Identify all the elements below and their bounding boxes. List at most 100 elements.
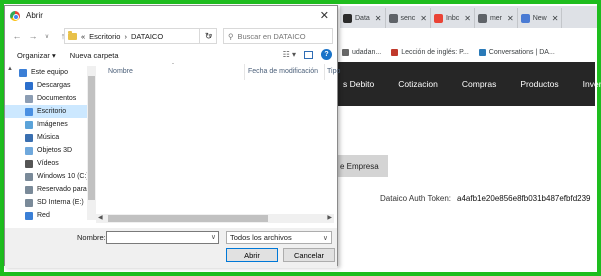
site-nav-link[interactable]: s Debito: [343, 79, 374, 89]
globe-icon: [388, 13, 398, 23]
sidebar-item-label: Objetos 3D: [37, 147, 73, 154]
search-box[interactable]: ⚲: [223, 28, 333, 44]
forward-arrow-icon[interactable]: →: [27, 31, 39, 41]
file-list[interactable]: [96, 80, 339, 212]
refresh-icon[interactable]: ↻: [199, 28, 217, 44]
sidebar-item-label: Windows 10 (C:): [37, 173, 87, 180]
file-type-chevron-icon: ∨: [322, 234, 328, 242]
navigation-pane-scrollbar[interactable]: [87, 66, 96, 220]
computer-icon: [19, 68, 27, 77]
scroll-right-arrow-icon[interactable]: ▶: [327, 214, 332, 221]
videos-icon: [25, 159, 33, 168]
back-arrow-icon[interactable]: ←: [11, 31, 23, 41]
path-breadcrumb[interactable]: « Escritorio › DATAICO ∨: [64, 28, 217, 44]
close-tab-icon[interactable]: ✕: [552, 14, 559, 23]
browser-tab-label: mer: [489, 14, 502, 22]
sidebar-item-label: Imágenes: [37, 121, 68, 128]
empresa-button[interactable]: e Empresa: [337, 155, 388, 177]
site-nav-link[interactable]: Inventario: [583, 79, 601, 89]
browser-tab[interactable]: mer ✕: [475, 8, 518, 28]
sidebar-item[interactable]: Red: [5, 209, 87, 220]
pictures-icon: [25, 120, 33, 129]
path-item-escritorio[interactable]: Escritorio: [89, 32, 120, 41]
organize-menu[interactable]: Organizar ▾: [17, 51, 56, 60]
sidebar-item[interactable]: Descargas: [5, 79, 87, 92]
sidebar-item[interactable]: Música: [5, 131, 87, 144]
recent-locations-chevron-icon[interactable]: ∨: [41, 33, 53, 40]
column-separator[interactable]: [324, 64, 325, 80]
site-nav-link[interactable]: Productos: [520, 79, 558, 89]
preview-pane-icon[interactable]: [304, 50, 313, 59]
close-tab-icon[interactable]: ✕: [375, 14, 382, 23]
search-input[interactable]: [237, 31, 324, 41]
site-nav-link[interactable]: Compras: [462, 79, 496, 89]
drive-icon: [25, 198, 33, 207]
sidebar-item[interactable]: Escritorio: [5, 105, 87, 118]
browser-address-bar[interactable]: [340, 28, 597, 44]
file-list-horizontal-scrollbar[interactable]: ◀ ▶: [96, 214, 334, 223]
music-icon: [25, 133, 33, 142]
column-separator[interactable]: [244, 64, 245, 80]
file-type-select[interactable]: Todos los archivos ∨: [226, 231, 332, 244]
bookmark-favicon-icon: [391, 48, 399, 56]
browser-tab[interactable]: senc ✕: [386, 8, 431, 28]
bookmark-item[interactable]: Conversations | DA...: [478, 48, 555, 56]
close-tab-icon[interactable]: ✕: [507, 14, 514, 23]
browser-tab-strip: Data ✕ senc ✕ Inbc ✕ mer ✕ New ✕: [340, 6, 597, 28]
browser-tab-label: New: [532, 14, 547, 22]
browser-tab-label: senc: [400, 14, 416, 22]
sidebar-item[interactable]: Windows 10 (C:): [5, 170, 87, 183]
site-navigation: s Debito Cotizacion Compras Productos Invent…: [337, 62, 601, 106]
dialog-titlebar: Abrir ✕: [5, 6, 337, 25]
column-name[interactable]: Nombre: [108, 68, 133, 75]
sidebar-item-label: Música: [37, 134, 60, 141]
browser-tab[interactable]: New ✕: [518, 8, 563, 28]
sidebar-item[interactable]: SD Interna (E:): [5, 196, 87, 209]
path-separator-icon: ›: [124, 31, 127, 41]
browser-tab[interactable]: Inbc ✕: [431, 8, 475, 28]
drive-icon: [25, 172, 33, 181]
browser-tab[interactable]: Data ✕: [340, 8, 386, 28]
column-date-modified[interactable]: Fecha de modificación: [248, 68, 318, 75]
filename-input[interactable]: ∨: [106, 231, 219, 244]
bookmark-label: Lección de inglés: P...: [401, 48, 469, 56]
view-options-icon[interactable]: ☷ ▾: [283, 50, 296, 59]
bookmark-item[interactable]: udadan...: [342, 48, 381, 56]
sidebar-item[interactable]: Reservado para e: [5, 183, 87, 196]
bookmark-item[interactable]: Lección de inglés: P...: [391, 48, 469, 56]
filename-history-chevron-icon[interactable]: ∨: [211, 233, 216, 241]
close-icon[interactable]: ✕: [320, 9, 329, 22]
bookmarks-bar: udadan... Lección de inglés: P... Conversa…: [340, 44, 597, 60]
folder-icon: [68, 30, 77, 40]
cancel-button[interactable]: Cancelar: [283, 248, 335, 262]
new-folder-button[interactable]: Nueva carpeta: [70, 51, 119, 60]
path-overflow[interactable]: «: [81, 32, 85, 41]
sidebar-item[interactable]: Documentos: [5, 92, 87, 105]
file-type-value: Todos los archivos: [230, 233, 292, 242]
bookmark-favicon-icon: [478, 48, 486, 56]
sidebar-item-label: Red: [37, 212, 50, 219]
bookmark-label: Conversations | DA...: [488, 48, 555, 56]
auth-token-value: a4afb1e20e856e8fb031b487efbfd239: [457, 194, 591, 203]
scroll-left-arrow-icon[interactable]: ◀: [98, 214, 103, 221]
dialog-toolbar: Organizar ▾ Nueva carpeta ☷ ▾ ?: [5, 47, 337, 64]
sidebar-item[interactable]: Imágenes: [5, 118, 87, 131]
page-icon: [520, 13, 530, 23]
column-type[interactable]: Tipo: [327, 68, 340, 75]
open-button[interactable]: Abrir: [226, 248, 278, 262]
download-icon: [25, 81, 33, 90]
site-nav-link[interactable]: Cotizacion: [398, 79, 438, 89]
scrollbar-thumb[interactable]: [88, 76, 95, 200]
desktop-icon: [25, 107, 33, 116]
scroll-up-arrow-icon[interactable]: ▲: [7, 66, 13, 72]
close-tab-icon[interactable]: ✕: [420, 14, 427, 23]
sidebar-item[interactable]: Este equipo: [5, 66, 87, 79]
close-tab-icon[interactable]: ✕: [464, 14, 471, 23]
sidebar-item-label: Reservado para e: [37, 186, 87, 193]
scrollbar-thumb[interactable]: [108, 215, 268, 222]
path-item-dataico[interactable]: DATAICO: [131, 32, 163, 41]
gmail-icon: [434, 13, 443, 23]
help-icon[interactable]: ?: [321, 49, 332, 60]
sidebar-item[interactable]: Objetos 3D: [5, 144, 87, 157]
sidebar-item[interactable]: Vídeos: [5, 157, 87, 170]
